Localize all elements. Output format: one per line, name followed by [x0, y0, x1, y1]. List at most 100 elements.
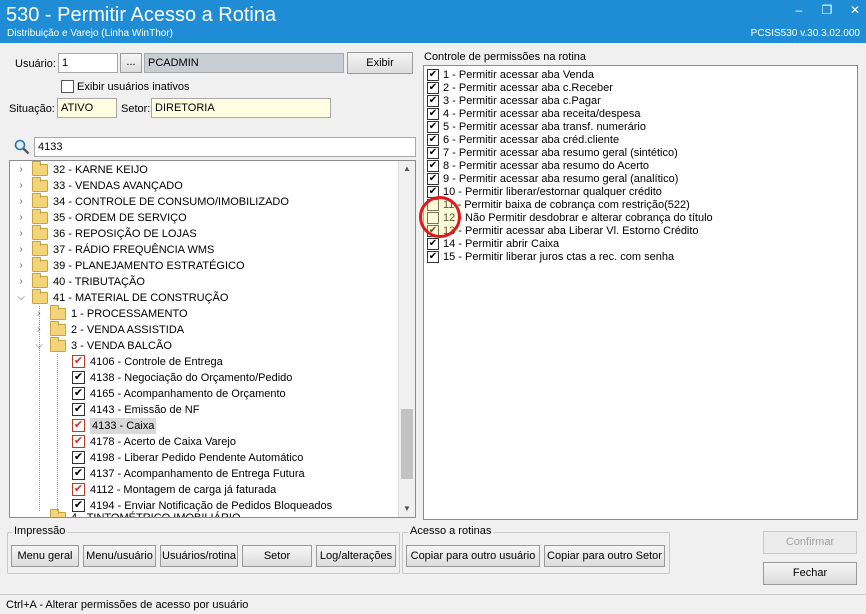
copiar-setor-button[interactable]: Copiar para outro Setor: [544, 545, 665, 567]
menu-geral-button[interactable]: Menu geral: [11, 545, 79, 567]
permission-item[interactable]: ✔ 6 - Permitir acessar aba créd.cliente: [427, 134, 857, 147]
tree-folder-item[interactable]: ⌵ 41 - MATERIAL DE CONSTRUÇÃO: [16, 289, 376, 306]
tree-folder-item[interactable]: › 34 - CONTROLE DE CONSUMO/IMOBILIZADO: [16, 193, 376, 210]
close-icon[interactable]: ✕: [848, 3, 862, 17]
check-icon[interactable]: ✔: [427, 108, 439, 120]
permissions-title: Controle de permissões na rotina: [424, 51, 587, 63]
situacao-label: Situação:: [9, 103, 55, 115]
permission-item[interactable]: ✔ 14 - Permitir abrir Caixa: [427, 238, 857, 251]
window-controls: – ❐ ✕: [792, 3, 862, 17]
check-icon[interactable]: ✔: [72, 355, 85, 368]
routine-tree[interactable]: ▲ ▼ › 32 - KARNE KEIJO › 33 - VENDAS AVANÇA…: [9, 160, 416, 518]
tree-routine-item[interactable]: ✔ 4178 - Acerto de Caixa Varejo: [70, 434, 410, 450]
permission-item[interactable]: ✔ 7 - Permitir acessar aba resumo geral (…: [427, 147, 857, 160]
check-icon[interactable]: ✔: [72, 419, 85, 432]
check-icon[interactable]: ✔: [72, 371, 85, 384]
usuario-lookup-button[interactable]: ...: [120, 53, 142, 73]
tree-folder-item[interactable]: ⌵ 3 - VENDA BALCÃO: [34, 337, 394, 354]
permission-item[interactable]: ✔ 3 - Permitir acessar aba c.Pagar: [427, 95, 857, 108]
usuario-name-field: PCADMIN: [144, 53, 344, 73]
tree-routine-item[interactable]: ✔ 4133 - Caixa: [70, 418, 410, 434]
permission-item[interactable]: ✔ 13 - Permitir acessar aba Liberar Vl. E…: [427, 225, 857, 238]
folder-icon: [50, 509, 66, 517]
check-icon[interactable]: ✔: [427, 121, 439, 133]
search-icon: [13, 138, 31, 156]
chevron-right-icon[interactable]: ›: [16, 226, 26, 242]
tree-folder-item[interactable]: › 40 - TRIBUTAÇÃO: [16, 273, 376, 290]
permission-label: 12 - Não Permitir desdobrar e alterar co…: [443, 212, 713, 224]
tree-folder-item[interactable]: › 39 - PLANEJAMENTO ESTRATÉGICO: [16, 257, 376, 274]
check-icon[interactable]: ✔: [427, 95, 439, 107]
check-icon[interactable]: ✔: [427, 147, 439, 159]
tree-item-label: 4137 - Acompanhamento de Entrega Futura: [90, 468, 305, 480]
highlight-circle: [419, 196, 461, 238]
check-icon[interactable]: ✔: [72, 483, 85, 496]
tree-routine-item[interactable]: ✔ 4165 - Acompanhamento de Orçamento: [70, 386, 410, 402]
chevron-right-icon[interactable]: ›: [16, 210, 26, 226]
check-icon[interactable]: ✔: [427, 173, 439, 185]
fechar-button[interactable]: Fechar: [763, 562, 857, 585]
search-input[interactable]: 4133: [34, 137, 416, 157]
tree-folder-item[interactable]: › 33 - VENDAS AVANÇADO: [16, 177, 376, 194]
check-icon[interactable]: ✔: [427, 82, 439, 94]
check-icon[interactable]: ✔: [72, 387, 85, 400]
check-icon[interactable]: ✔: [427, 69, 439, 81]
tree-connector: [57, 354, 58, 511]
restore-icon[interactable]: ❐: [820, 3, 834, 17]
tree-routine-item[interactable]: ✔ 4112 - Montagem de carga já faturada: [70, 482, 410, 498]
exibir-button[interactable]: Exibir: [347, 52, 413, 74]
chevron-right-icon[interactable]: ›: [16, 258, 26, 274]
permission-item[interactable]: ✔ 4 - Permitir acessar aba receita/despes…: [427, 108, 857, 121]
exibir-inativos-checkbox[interactable]: [61, 80, 74, 93]
permission-label: 14 - Permitir abrir Caixa: [443, 238, 560, 250]
tree-routine-item[interactable]: ✔ 4137 - Acompanhamento de Entrega Futura: [70, 466, 410, 482]
check-icon[interactable]: ✔: [72, 467, 85, 480]
tree-routine-item[interactable]: ✔ 4106 - Controle de Entrega: [70, 354, 410, 370]
check-icon[interactable]: ✔: [72, 435, 85, 448]
permission-item[interactable]: ✔ 2 - Permitir acessar aba c.Receber: [427, 82, 857, 95]
check-icon[interactable]: ✔: [427, 251, 439, 263]
permission-item[interactable]: ✔ 8 - Permitir acessar aba resumo do Acer…: [427, 160, 857, 173]
permission-item[interactable]: ✔ 9 - Permitir acessar aba resumo geral (…: [427, 173, 857, 186]
situacao-field: ATIVO: [57, 98, 117, 118]
usuarios-rotina-button[interactable]: Usuários/rotina: [160, 545, 238, 567]
permission-label: 6 - Permitir acessar aba créd.cliente: [443, 134, 620, 146]
check-icon[interactable]: ✔: [72, 451, 85, 464]
permission-item[interactable]: 12 - Não Permitir desdobrar e alterar co…: [427, 212, 857, 225]
tree-folder-item[interactable]: › 2 - VENDA ASSISTIDA: [34, 321, 394, 338]
chevron-right-icon[interactable]: ›: [16, 242, 26, 258]
setor-button[interactable]: Setor: [242, 545, 312, 567]
chevron-down-icon[interactable]: ⌵: [16, 290, 26, 306]
tree-folder-item[interactable]: › 35 - ORDEM DE SERVIÇO: [16, 209, 376, 226]
chevron-right-icon[interactable]: ›: [16, 178, 26, 194]
tree-routine-item[interactable]: ✔ 4198 - Liberar Pedido Pendente Automáti…: [70, 450, 410, 466]
tree-folder-item[interactable]: › 37 - RÁDIO FREQUÊNCIA WMS: [16, 241, 376, 258]
confirmar-button[interactable]: Confirmar: [763, 531, 857, 554]
usuario-code-input[interactable]: 1: [58, 53, 118, 73]
tree-item-label: 41 - MATERIAL DE CONSTRUÇÃO: [53, 292, 229, 304]
tree-folder-item[interactable]: › 1 - PROCESSAMENTO: [34, 305, 394, 322]
scroll-up-icon[interactable]: ▲: [399, 161, 415, 177]
tree-routine-item[interactable]: ✔ 4143 - Emissão de NF: [70, 402, 410, 418]
tree-folder-item[interactable]: 4 - TINTOMÉTRICO IMOBILIÁRIO: [34, 509, 374, 517]
tree-folder-item[interactable]: › 36 - REPOSIÇÃO DE LOJAS: [16, 225, 376, 242]
chevron-right-icon[interactable]: ›: [16, 194, 26, 210]
permission-item[interactable]: ✔ 1 - Permitir acessar aba Venda: [427, 69, 857, 82]
tree-routine-item[interactable]: ✔ 4138 - Negociação do Orçamento/Pedido: [70, 370, 410, 386]
permission-item[interactable]: 11 - Permitir baixa de cobrança com rest…: [427, 199, 857, 212]
check-icon[interactable]: ✔: [427, 160, 439, 172]
minimize-icon[interactable]: –: [792, 3, 806, 17]
chevron-right-icon[interactable]: ›: [16, 162, 26, 178]
tree-folder-item[interactable]: › 32 - KARNE KEIJO: [16, 161, 376, 178]
permission-item[interactable]: ✔ 5 - Permitir acessar aba transf. numerá…: [427, 121, 857, 134]
check-icon[interactable]: ✔: [427, 238, 439, 250]
check-icon[interactable]: ✔: [72, 403, 85, 416]
permission-label: 11 - Permitir baixa de cobrança com rest…: [443, 199, 690, 211]
permission-item[interactable]: ✔ 15 - Permitir liberar juros ctas a rec.…: [427, 251, 857, 264]
log-alteracoes-button[interactable]: Log/alterações: [316, 545, 396, 567]
chevron-right-icon[interactable]: ›: [16, 274, 26, 290]
permission-item[interactable]: ✔ 10 - Permitir liberar/estornar qualquer…: [427, 186, 857, 199]
copiar-usuario-button[interactable]: Copiar para outro usuário: [406, 545, 540, 567]
check-icon[interactable]: ✔: [427, 134, 439, 146]
menu-usuario-button[interactable]: Menu/usuário: [83, 545, 156, 567]
